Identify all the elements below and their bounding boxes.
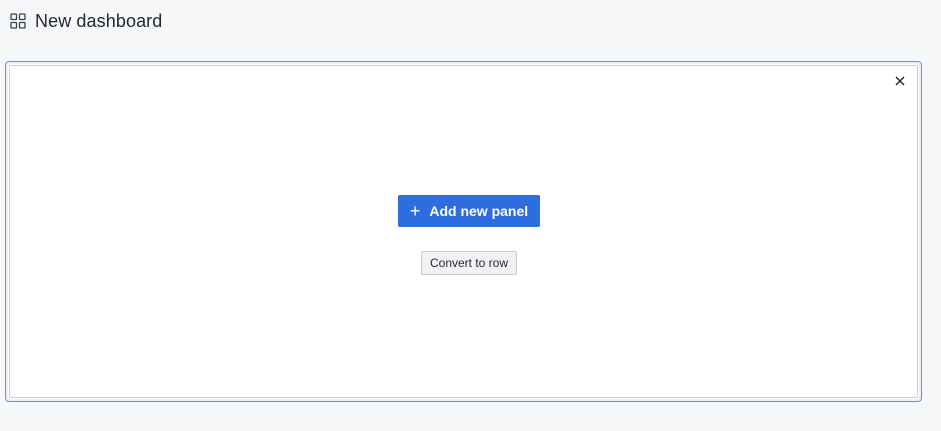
panel-content: + Add new panel Convert to row xyxy=(9,65,918,398)
add-panel-widget: + Add new panel Convert to row xyxy=(5,61,922,402)
convert-to-row-label: Convert to row xyxy=(429,256,509,270)
plus-icon: + xyxy=(409,201,421,221)
convert-to-row-button[interactable]: Convert to row xyxy=(421,251,517,275)
add-new-panel-label: Add new panel xyxy=(429,203,529,219)
apps-grid-icon xyxy=(10,13,26,29)
add-new-panel-button[interactable]: + Add new panel xyxy=(398,195,540,227)
page-title: New dashboard xyxy=(35,10,163,31)
page-header: New dashboard xyxy=(10,9,162,33)
close-icon[interactable] xyxy=(893,74,907,88)
